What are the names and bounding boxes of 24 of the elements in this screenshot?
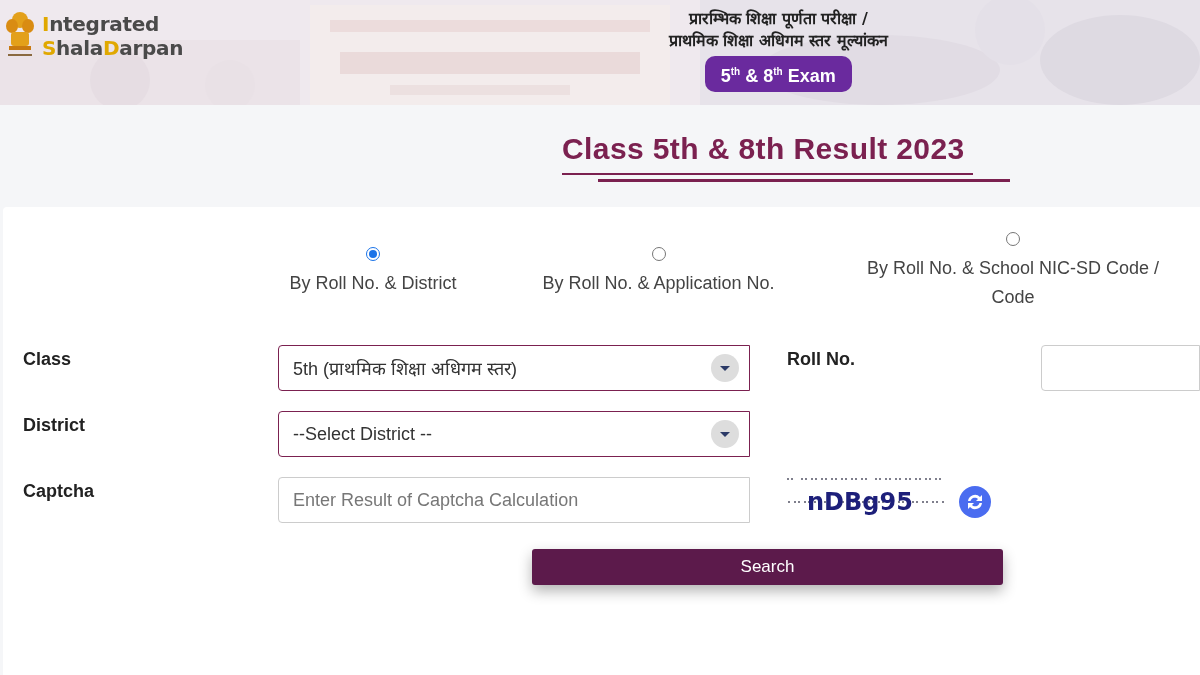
field-label: District [23, 414, 86, 437]
district-dropdown[interactable]: --Select District -- [278, 411, 750, 457]
option-label[interactable]: By Roll No. & School NIC-SD Code / Code [866, 254, 1160, 312]
captcha-image: nDBg95 [787, 477, 947, 527]
radio-button[interactable] [366, 246, 380, 261]
radio-button[interactable] [1006, 232, 1020, 246]
class-dropdown[interactable]: 5th (प्राथमिक शिक्षा अधिगम स्तर) [278, 345, 750, 391]
search-button[interactable]: Search [532, 549, 1003, 585]
radio-button[interactable] [651, 246, 666, 261]
refresh-icon[interactable] [959, 486, 991, 518]
logo-text: Integrated ShalaDarpan [42, 12, 184, 60]
exam-heading: प्राथमिक शिक्षा अधिगम स्तर मूल्यांकन [668, 30, 888, 52]
exam-heading: प्रारम्भिक शिक्षा पूर्णता परीक्षा / [688, 8, 868, 30]
exam-badge: 5$^{th}$ & 8$^{th}$ Exam [704, 56, 852, 92]
field-label: Roll No. [786, 348, 856, 371]
field-label: Captcha [23, 480, 95, 503]
page-title: Class 5th & 8th Result 2023 [562, 131, 965, 167]
roll-number-field[interactable] [1041, 345, 1200, 391]
captcha-field[interactable]: Enter Result of Captcha Calculation [278, 477, 750, 523]
dropdown-caret-icon[interactable] [711, 354, 739, 382]
dropdown-caret-icon[interactable] [711, 420, 739, 448]
option-label[interactable]: By Roll No. & Application No. [542, 268, 775, 298]
field-label: Class [23, 348, 73, 371]
option-label[interactable]: By Roll No. & District [289, 268, 457, 298]
